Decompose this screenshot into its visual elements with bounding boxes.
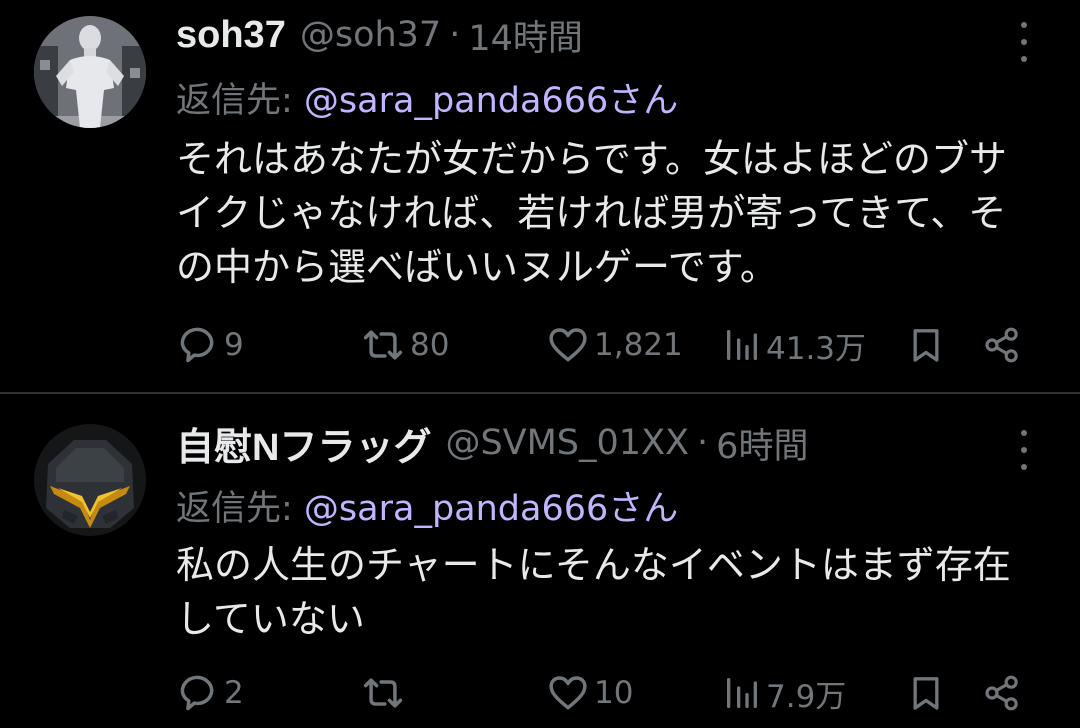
reply-icon bbox=[180, 675, 214, 711]
action-bar: 9 80 1,821 41.3万 bbox=[176, 320, 1036, 370]
reply-to-line: 返信先: @sara_panda666さん bbox=[176, 480, 678, 531]
display-name[interactable]: soh37 bbox=[176, 14, 286, 57]
bookmark-icon bbox=[913, 329, 939, 362]
robot-head-avatar-icon bbox=[34, 424, 146, 536]
retweet-icon bbox=[363, 678, 403, 708]
bookmark-button[interactable] bbox=[906, 668, 946, 718]
like-count: 1,821 bbox=[594, 327, 683, 363]
retweet-button[interactable] bbox=[360, 668, 410, 718]
reply-prefix: 返信先: bbox=[176, 489, 304, 529]
user-handle[interactable]: @SVMS_01XX bbox=[445, 423, 689, 463]
avatar[interactable] bbox=[34, 424, 146, 536]
person-avatar-icon bbox=[34, 16, 146, 128]
tweet-header: 自慰Nフラッグ @SVMS_01XX · 6時間 bbox=[176, 416, 808, 471]
retweet-count: 80 bbox=[410, 327, 450, 363]
timestamp[interactable]: 6時間 bbox=[716, 418, 808, 469]
more-options-icon[interactable] bbox=[1010, 430, 1038, 470]
share-button[interactable] bbox=[982, 668, 1022, 718]
avatar[interactable] bbox=[34, 16, 146, 128]
retweet-icon bbox=[363, 330, 403, 360]
timestamp[interactable]: 14時間 bbox=[468, 10, 583, 61]
reply-count: 9 bbox=[224, 327, 244, 363]
separator-dot: · bbox=[449, 15, 461, 55]
tweet-header: soh37 @soh37 · 14時間 bbox=[176, 10, 583, 60]
reply-icon bbox=[180, 327, 214, 363]
tweet-reply[interactable]: 自慰Nフラッグ @SVMS_01XX · 6時間 返信先: @sara_pand… bbox=[0, 394, 1080, 728]
heart-icon bbox=[549, 676, 587, 710]
action-bar: 2 10 7.9万 bbox=[176, 668, 1036, 718]
view-count: 41.3万 bbox=[766, 330, 867, 367]
heart-icon bbox=[549, 328, 587, 362]
reply-prefix: 返信先: bbox=[176, 81, 304, 121]
retweet-button[interactable]: 80 bbox=[360, 320, 449, 370]
tweet-reply[interactable]: soh37 @soh37 · 14時間 返信先: @sara_panda666さ… bbox=[0, 0, 1080, 392]
tweet-text: それはあなたが女だからです。女はよほどのブサイクじゃなければ、若ければ男が寄って… bbox=[176, 137, 1008, 289]
share-icon bbox=[985, 675, 1018, 711]
share-button[interactable] bbox=[982, 320, 1022, 370]
display-name[interactable]: 自慰Nフラッグ bbox=[176, 416, 431, 471]
share-icon bbox=[985, 327, 1018, 363]
user-handle[interactable]: @soh37 bbox=[300, 15, 441, 55]
reply-target-mention[interactable]: @sara_panda666さん bbox=[304, 81, 678, 121]
view-count: 7.9万 bbox=[766, 678, 847, 715]
reply-count: 2 bbox=[224, 675, 244, 711]
bookmark-button[interactable] bbox=[906, 320, 946, 370]
separator-dot: · bbox=[697, 423, 709, 463]
views-button[interactable]: 41.3万 bbox=[722, 320, 866, 370]
reply-button[interactable]: 9 bbox=[176, 320, 244, 370]
views-chart-icon bbox=[727, 678, 757, 708]
like-button[interactable]: 10 bbox=[546, 668, 633, 718]
reply-button[interactable]: 2 bbox=[176, 668, 244, 718]
reply-target-mention[interactable]: @sara_panda666さん bbox=[304, 489, 678, 529]
reply-to-line: 返信先: @sara_panda666さん bbox=[176, 72, 678, 123]
like-button[interactable]: 1,821 bbox=[546, 320, 683, 370]
like-count: 10 bbox=[594, 675, 634, 711]
more-options-icon[interactable] bbox=[1010, 22, 1038, 62]
tweet-text: 私の人生のチャートにそんなイベントはまず存在していない bbox=[176, 543, 1011, 641]
views-button[interactable]: 7.9万 bbox=[722, 668, 846, 718]
views-chart-icon bbox=[727, 330, 757, 360]
bookmark-icon bbox=[913, 677, 939, 710]
